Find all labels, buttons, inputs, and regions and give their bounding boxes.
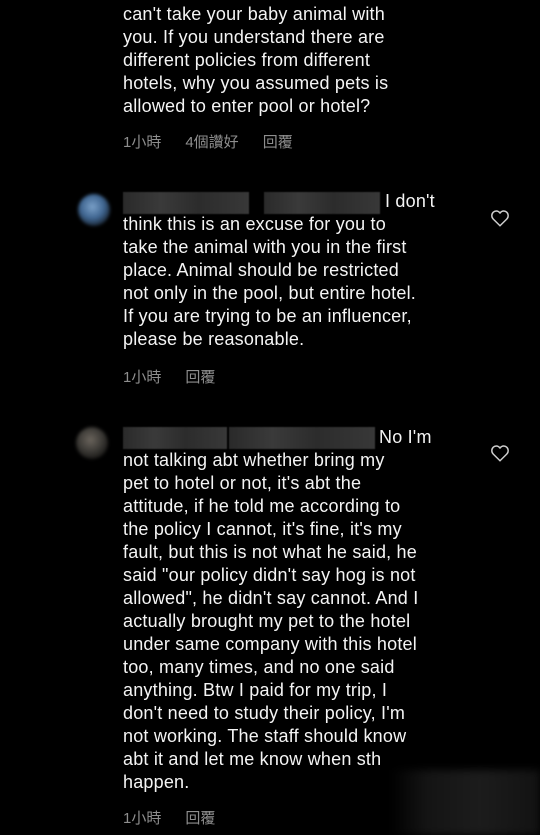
comment-3-meta: 1小時 回覆: [123, 807, 215, 828]
comment-2-time: 1小時: [123, 369, 162, 386]
comment-1-reply-button[interactable]: 回覆: [263, 131, 293, 152]
comment-1-text: can't take your baby animal with you. If…: [123, 4, 389, 116]
heart-outline-icon[interactable]: [490, 209, 510, 227]
comment-3-text: No I'm not talking abt whether bring my …: [123, 427, 432, 792]
comment-1-likes[interactable]: 4個讚好: [185, 131, 238, 152]
avatar[interactable]: [78, 194, 110, 226]
avatar[interactable]: [76, 427, 108, 459]
watermark-blur: [390, 770, 540, 835]
heart-outline-icon[interactable]: [490, 444, 510, 462]
comment-2-meta: 1小時 回覆: [123, 366, 215, 387]
comment-3-time: 1小時: [123, 810, 162, 827]
comment-2-reply-button[interactable]: 回覆: [185, 366, 215, 387]
comment-1-meta: 1小時 4個讚好 回覆: [123, 131, 293, 152]
comment-2-text: I don't think this is an excuse for you …: [123, 191, 435, 349]
comment-3-reply-button[interactable]: 回覆: [185, 807, 215, 828]
comment-1-time: 1小時: [123, 134, 162, 151]
